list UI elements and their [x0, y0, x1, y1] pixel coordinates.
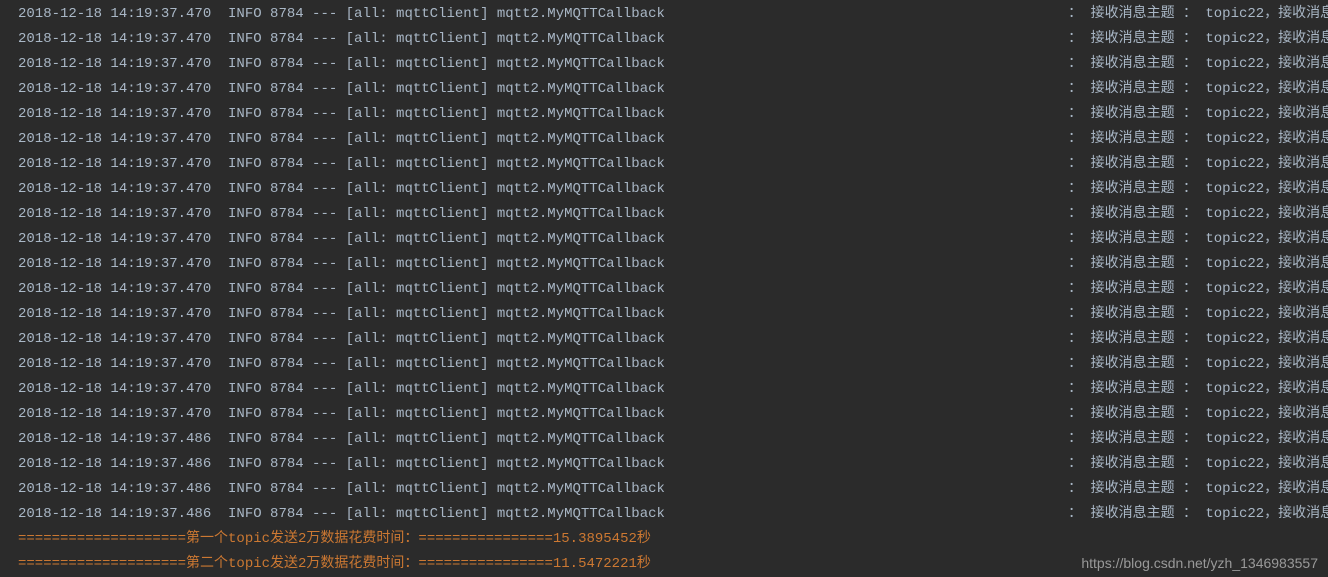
log-output: 2018-12-18 14:19:37.470 INFO 8784 --- [a…	[18, 2, 1328, 527]
log-line: 2018-12-18 14:19:37.486 INFO 8784 --- [a…	[18, 502, 1328, 527]
log-line: 2018-12-18 14:19:37.470 INFO 8784 --- [a…	[18, 152, 1328, 177]
log-line: 2018-12-18 14:19:37.470 INFO 8784 --- [a…	[18, 27, 1328, 52]
log-line: 2018-12-18 14:19:37.470 INFO 8784 --- [a…	[18, 252, 1328, 277]
summary-value-2: 11.5472221秒	[553, 556, 651, 572]
summary-value-1: 15.3895452秒	[553, 531, 651, 547]
log-line: 2018-12-18 14:19:37.486 INFO 8784 --- [a…	[18, 452, 1328, 477]
summary-line-1: ====================第一个topic发送2万数据花费时间：=…	[18, 527, 1328, 552]
watermark: https://blog.csdn.net/yzh_1346983557	[1081, 555, 1318, 571]
log-line: 2018-12-18 14:19:37.470 INFO 8784 --- [a…	[18, 177, 1328, 202]
log-line: 2018-12-18 14:19:37.470 INFO 8784 --- [a…	[18, 52, 1328, 77]
log-line: 2018-12-18 14:19:37.470 INFO 8784 --- [a…	[18, 277, 1328, 302]
log-line: 2018-12-18 14:19:37.470 INFO 8784 --- [a…	[18, 352, 1328, 377]
log-line: 2018-12-18 14:19:37.470 INFO 8784 --- [a…	[18, 202, 1328, 227]
log-line: 2018-12-18 14:19:37.486 INFO 8784 --- [a…	[18, 427, 1328, 452]
log-line: 2018-12-18 14:19:37.470 INFO 8784 --- [a…	[18, 377, 1328, 402]
log-line: 2018-12-18 14:19:37.470 INFO 8784 --- [a…	[18, 302, 1328, 327]
log-line: 2018-12-18 14:19:37.470 INFO 8784 --- [a…	[18, 127, 1328, 152]
log-line: 2018-12-18 14:19:37.470 INFO 8784 --- [a…	[18, 102, 1328, 127]
summary-label-1: ====================第一个topic发送2万数据花费时间：=…	[18, 531, 553, 547]
log-line: 2018-12-18 14:19:37.470 INFO 8784 --- [a…	[18, 227, 1328, 252]
log-line: 2018-12-18 14:19:37.470 INFO 8784 --- [a…	[18, 2, 1328, 27]
log-line: 2018-12-18 14:19:37.470 INFO 8784 --- [a…	[18, 77, 1328, 102]
log-line: 2018-12-18 14:19:37.470 INFO 8784 --- [a…	[18, 402, 1328, 427]
log-line: 2018-12-18 14:19:37.486 INFO 8784 --- [a…	[18, 477, 1328, 502]
log-line: 2018-12-18 14:19:37.470 INFO 8784 --- [a…	[18, 327, 1328, 352]
summary-label-2: ====================第二个topic发送2万数据花费时间：=…	[18, 556, 553, 572]
